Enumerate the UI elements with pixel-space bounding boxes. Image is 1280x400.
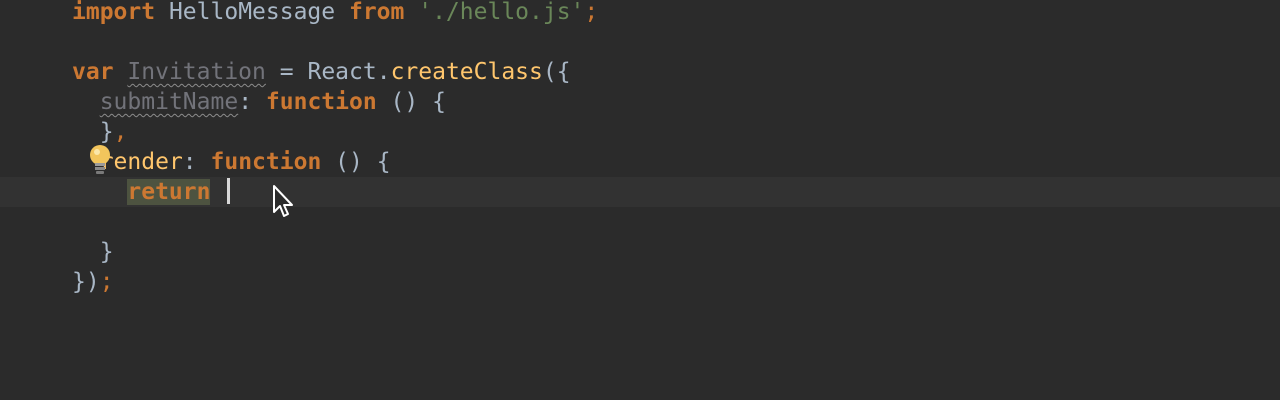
brace: }) (72, 269, 100, 295)
colon: : (238, 89, 253, 115)
params: () { (390, 89, 446, 115)
unused-variable: Invitation (127, 59, 266, 85)
code-line-8[interactable] (0, 207, 1280, 237)
colon: : (182, 149, 197, 175)
property-name: submitName (99, 89, 239, 115)
comma: , (113, 119, 128, 145)
code-line-10[interactable]: }); (0, 267, 1280, 297)
method-call: createClass (390, 59, 543, 85)
mouse-pointer-icon (272, 184, 296, 220)
brace: } (99, 119, 114, 145)
code-editor[interactable]: import HelloMessage from './hello.js'; v… (0, 0, 1280, 400)
params: () { (335, 149, 391, 175)
code-line-2[interactable] (0, 27, 1280, 57)
object-ref: React. (307, 59, 391, 85)
semicolon: ; (99, 269, 114, 295)
brace: } (99, 239, 114, 265)
code-line-6[interactable]: render: function () { (0, 147, 1280, 177)
keyword: from (348, 0, 405, 25)
keyword: import (72, 0, 156, 25)
keyword: var (72, 59, 114, 85)
lightbulb-icon[interactable] (86, 144, 114, 176)
code-line-3[interactable]: var Invitation = React.createClass({ (0, 57, 1280, 87)
bracket: ({ (542, 59, 571, 85)
semicolon: ; (584, 0, 599, 25)
code-line-5[interactable]: }, (0, 117, 1280, 147)
code-line-4[interactable]: submitName: function () { (0, 87, 1280, 117)
code-line-7-current[interactable]: return (0, 177, 1280, 207)
string-literal: './hello.js' (418, 0, 585, 25)
text-caret (227, 178, 230, 204)
keyword: function (265, 89, 377, 115)
code-line-9[interactable]: } (0, 237, 1280, 267)
code-line-1[interactable]: import HelloMessage from './hello.js'; (0, 0, 1280, 27)
operator: = (279, 59, 294, 85)
identifier: HelloMessage (168, 0, 336, 25)
keyword-return: return (127, 179, 211, 205)
keyword: function (210, 149, 322, 175)
